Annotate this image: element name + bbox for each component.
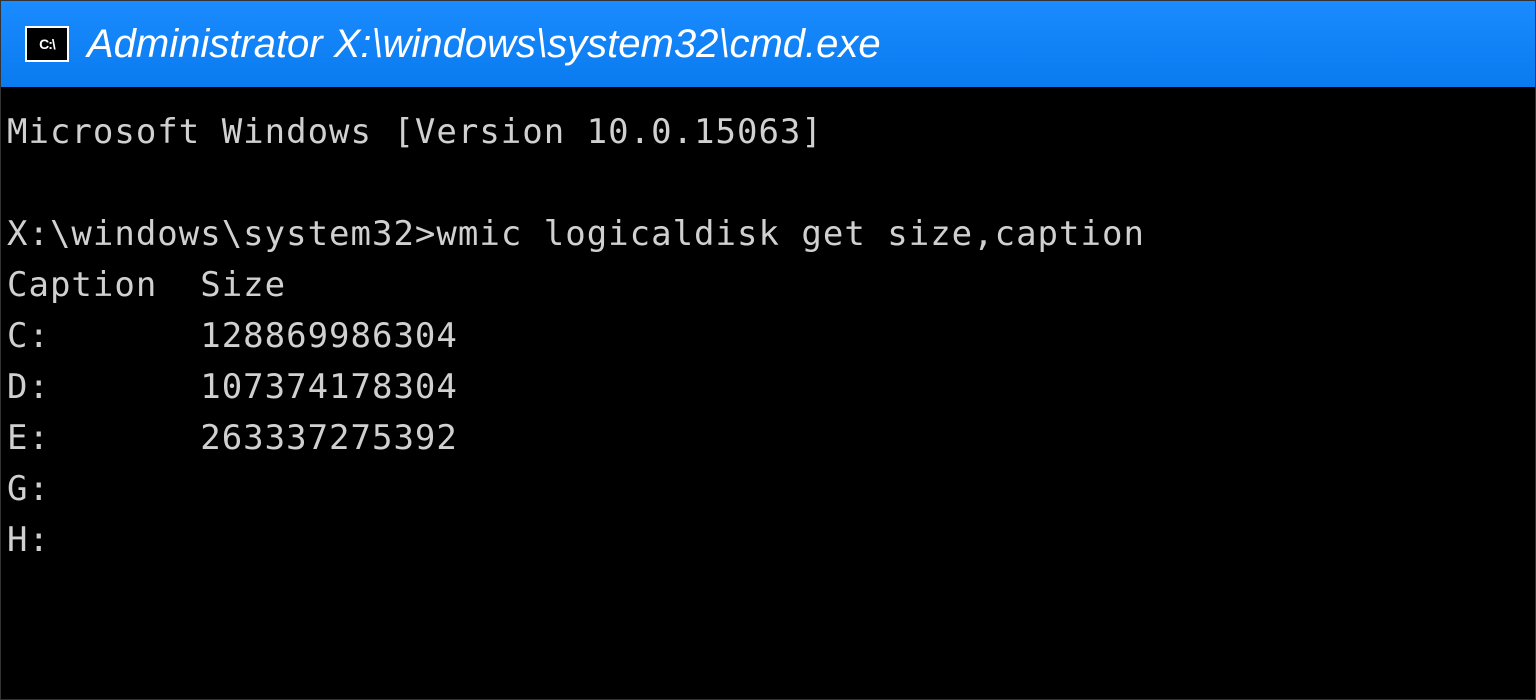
output-header: Caption Size xyxy=(7,265,286,305)
command-text: wmic logicaldisk get size,caption xyxy=(436,214,1145,254)
cmd-icon: C:\ xyxy=(25,26,69,62)
window-title: Administrator X:\windows\system32\cmd.ex… xyxy=(87,22,881,67)
table-row: E: 263337275392 xyxy=(7,413,1529,464)
table-row: G: xyxy=(7,464,1529,515)
terminal-output[interactable]: Microsoft Windows [Version 10.0.15063] X… xyxy=(1,87,1535,699)
version-line: Microsoft Windows [Version 10.0.15063] xyxy=(7,112,823,152)
table-row: H: xyxy=(7,515,1529,566)
table-row: D: 107374178304 xyxy=(7,362,1529,413)
table-row: C: 128869986304 xyxy=(7,311,1529,362)
titlebar[interactable]: C:\ Administrator X:\windows\system32\cm… xyxy=(1,1,1535,87)
prompt: X:\windows\system32> xyxy=(7,214,436,254)
cmd-icon-label: C:\ xyxy=(39,36,55,52)
cmd-window: C:\ Administrator X:\windows\system32\cm… xyxy=(0,0,1536,700)
